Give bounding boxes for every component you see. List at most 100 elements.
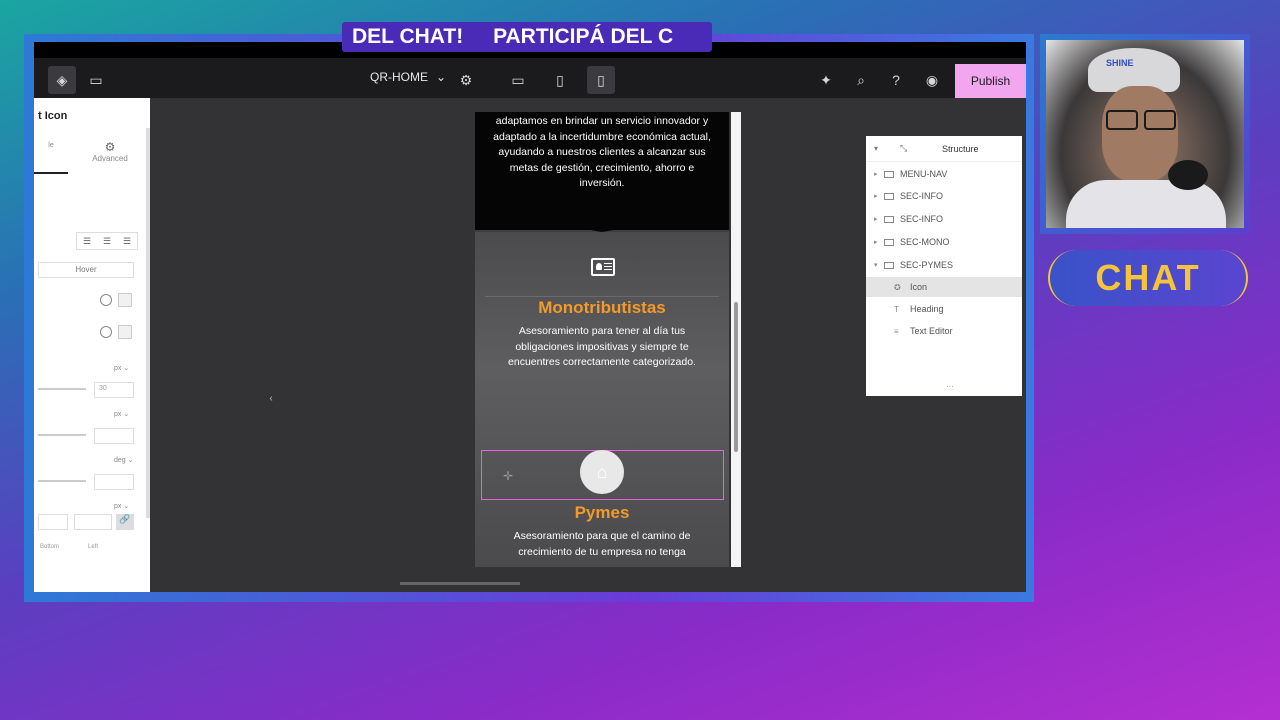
alignment-control: ☰ ☰ ☰: [76, 232, 138, 250]
rotate-slider[interactable]: [38, 480, 86, 482]
collapse-caret-icon[interactable]: ▾: [874, 261, 884, 269]
editor-topbar: ◈ ▭ QR-HOME ⌄ ⚙ ▭ ▯ ▯ ✦ ⌕ ? ◉ Publish: [34, 58, 1026, 102]
size-input[interactable]: 30: [94, 382, 134, 398]
editor-canvas: ‹ adaptamos en brindar un servicio innov…: [150, 98, 1026, 592]
pymes-heading[interactable]: Pymes: [475, 503, 729, 523]
cap-logo: SHINE: [1106, 58, 1134, 68]
site-name: QR-HOME: [370, 70, 428, 84]
site-selector[interactable]: QR-HOME ⌄: [370, 70, 446, 84]
expand-caret-icon[interactable]: ▸: [874, 192, 884, 200]
container-icon: [884, 261, 894, 269]
expand-caret-icon[interactable]: ▸: [874, 238, 884, 246]
align-right-icon[interactable]: ☰: [117, 233, 137, 249]
structure-item-sec-info[interactable]: ▸ SEC-INFO: [866, 186, 1022, 206]
rotate-input[interactable]: [94, 474, 134, 490]
layers-icon[interactable]: ◈: [48, 66, 76, 94]
divider: [485, 296, 719, 297]
structure-item-sec-pymes[interactable]: ▾ SEC-PYMES: [866, 255, 1022, 275]
border-unit-select[interactable]: px ⌄: [114, 502, 129, 510]
align-left-icon[interactable]: ☰: [77, 233, 97, 249]
advanced-tab-label: Advanced: [92, 154, 128, 163]
tab-style[interactable]: le: [34, 138, 68, 174]
expand-caret-icon[interactable]: ▸: [874, 215, 884, 223]
collapse-toggle-icon[interactable]: ▾: [874, 144, 878, 153]
widget-settings-panel: t Icon le ⚙ Advanced ☰ ☰ ☰ Hover px ⌄ 30…: [34, 98, 150, 592]
section-divider-arrow: [475, 210, 729, 232]
left-input[interactable]: [74, 514, 112, 530]
publish-button[interactable]: Publish: [955, 64, 1026, 98]
mobile-preview: adaptamos en brindar un servicio innovad…: [475, 112, 729, 567]
desktop-view-icon[interactable]: ▭: [504, 66, 532, 94]
pymes-text[interactable]: Asesoramiento para que el camino de crec…: [489, 529, 715, 560]
structure-child-icon[interactable]: ✪ Icon: [866, 277, 1022, 297]
bottom-label: Bottom: [40, 544, 60, 550]
structure-item-sec-info[interactable]: ▸ SEC-INFO: [866, 209, 1022, 229]
global-color-icon[interactable]: [100, 294, 112, 306]
expand-caret-icon[interactable]: ▸: [874, 170, 884, 178]
structure-item-label: SEC-INFO: [900, 191, 944, 201]
align-center-icon[interactable]: ☰: [97, 233, 117, 249]
move-handle-icon[interactable]: ✛: [503, 469, 513, 483]
structure-item-label: SEC-MONO: [900, 237, 950, 247]
text-editor-widget-icon: ≡: [894, 326, 899, 336]
webcam-feed: SHINE: [1046, 40, 1244, 228]
left-label: Left: [88, 544, 99, 550]
marquee-text: PARTICIPÁ DEL C: [493, 25, 674, 48]
container-icon: [884, 170, 894, 178]
panel-title: t Icon: [38, 110, 68, 122]
heading-widget-icon: T: [894, 304, 899, 314]
search-icon[interactable]: ⌕: [847, 66, 875, 94]
structure-child-text-editor[interactable]: ≡ Text Editor: [866, 321, 1022, 341]
padding-slider[interactable]: [38, 434, 86, 436]
structure-item-menu-nav[interactable]: ▸ MENU-NAV: [866, 164, 1022, 184]
primary-color-swatch[interactable]: [118, 293, 132, 307]
face: [1102, 86, 1178, 182]
tablet-view-icon[interactable]: ▯: [546, 66, 574, 94]
resize-handle[interactable]: ···: [946, 382, 954, 391]
notifications-icon[interactable]: ✦: [812, 66, 840, 94]
size-unit-select[interactable]: px ⌄: [114, 364, 129, 372]
padding-input[interactable]: [94, 428, 134, 444]
house-icon[interactable]: ⌂: [580, 450, 624, 494]
editor-screen: ◈ ▭ QR-HOME ⌄ ⚙ ▭ ▯ ▯ ✦ ⌕ ? ◉ Publish t …: [34, 42, 1026, 592]
structure-panel: ▾ ⤡ Structure ▸ MENU-NAV ▸ SEC-INFO ▸ SE…: [866, 136, 1022, 396]
gear-icon[interactable]: ⚙: [452, 66, 480, 94]
structure-title: Structure: [942, 144, 979, 154]
container-icon: [884, 238, 894, 246]
horizontal-scrollbar[interactable]: [400, 582, 520, 585]
chat-badge: CHAT: [1048, 250, 1248, 306]
structure-child-label: Icon: [910, 282, 928, 292]
global-color-icon[interactable]: [100, 326, 112, 338]
bottom-input[interactable]: [38, 514, 68, 530]
size-slider[interactable]: [38, 388, 86, 390]
expand-arrows-icon[interactable]: ⤡: [900, 143, 907, 154]
preview-eye-icon[interactable]: ◉: [918, 66, 946, 94]
star-widget-icon: ✪: [894, 282, 901, 292]
structure-child-label: Heading: [910, 304, 944, 314]
collapse-panel-icon[interactable]: ‹: [266, 386, 276, 410]
hoodie: [1066, 180, 1226, 228]
chat-marquee-banner: DEL CHAT! PARTICIPÁ DEL C: [342, 22, 712, 52]
secondary-color-swatch[interactable]: [118, 325, 132, 339]
monotributistas-heading[interactable]: Monotributistas: [475, 298, 729, 318]
padding-unit-select[interactable]: px ⌄: [114, 410, 129, 418]
monotributistas-text[interactable]: Asesoramiento para tener al día tus obli…: [489, 324, 715, 371]
hover-state-tab[interactable]: Hover: [38, 262, 134, 278]
intro-text: adaptamos en brindar un servicio innovad…: [493, 115, 711, 189]
structure-item-sec-mono[interactable]: ▸ SEC-MONO: [866, 232, 1022, 252]
scrollbar-thumb[interactable]: [734, 302, 738, 452]
mobile-view-icon[interactable]: ▯: [587, 66, 615, 94]
structure-child-label: Text Editor: [910, 326, 953, 336]
headphones: [1168, 160, 1208, 190]
link-values-icon[interactable]: 🔗: [116, 514, 134, 530]
id-card-icon[interactable]: [591, 258, 615, 276]
rotate-unit-select[interactable]: deg ⌄: [114, 456, 134, 464]
tab-advanced[interactable]: ⚙ Advanced: [90, 140, 130, 163]
comments-icon[interactable]: ▭: [82, 66, 110, 94]
glasses: [1104, 110, 1176, 130]
gear-icon: ⚙: [104, 140, 116, 154]
container-icon: [884, 215, 894, 223]
preview-scrollbar[interactable]: [731, 112, 741, 567]
structure-child-heading[interactable]: T Heading: [866, 299, 1022, 319]
help-icon[interactable]: ?: [882, 66, 910, 94]
